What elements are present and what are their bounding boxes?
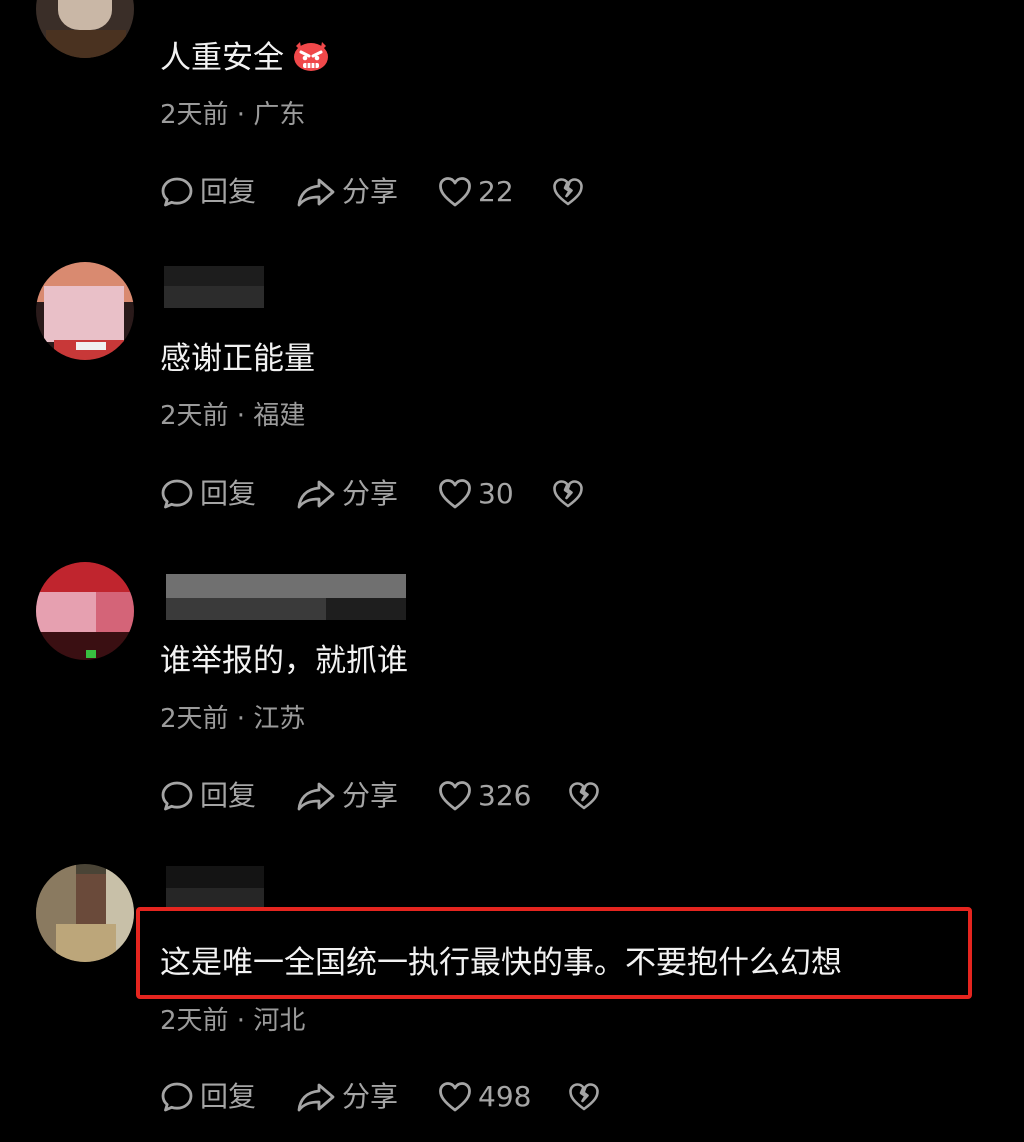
broken-heart-icon [569,1083,599,1111]
share-arrow-icon [297,1083,335,1112]
share-label: 分享 [342,175,399,208]
heart-outline-icon [439,177,471,207]
reply-button[interactable]: 回复 [160,776,256,816]
like-button[interactable]: 22 [438,172,514,212]
share-button[interactable]: 分享 [296,776,398,816]
broken-heart-icon [569,782,599,810]
speech-bubble-icon [161,479,193,509]
dislike-button[interactable] [552,172,584,212]
like-count: 30 [478,477,514,510]
like-count: 22 [478,175,514,208]
comment-text: 谁举报的，就抓谁 [160,643,408,679]
share-button[interactable]: 分享 [296,172,398,212]
reply-label: 回复 [200,477,257,510]
share-label: 分享 [342,477,399,510]
share-button[interactable]: 分享 [296,1077,398,1117]
share-arrow-icon [297,782,335,811]
reply-button[interactable]: 回复 [160,172,256,212]
comment-meta: 2天前 · 江苏 [160,704,306,734]
broken-heart-icon [553,480,583,508]
comment-meta: 2天前 · 福建 [160,401,306,431]
reply-button[interactable]: 回复 [160,474,256,514]
share-arrow-icon [297,178,335,207]
username-redacted[interactable] [140,262,270,310]
speech-bubble-icon [161,781,193,811]
comment-text: 人重安全 [160,38,330,78]
comment-meta: 2天前 · 广东 [160,100,306,130]
share-button[interactable]: 分享 [296,474,398,514]
like-count: 326 [478,779,532,812]
share-arrow-icon [297,480,335,509]
comment-actions: 回复 分享 30 [160,474,620,514]
heart-outline-icon [439,781,471,811]
like-button[interactable]: 30 [438,474,514,514]
avatar[interactable] [36,864,134,962]
username-redacted[interactable] [140,574,410,622]
reply-label: 回复 [200,1080,257,1113]
avatar[interactable] [36,562,134,660]
reply-button[interactable]: 回复 [160,1077,256,1117]
reply-label: 回复 [200,175,257,208]
dislike-button[interactable] [552,474,584,514]
avatar[interactable] [36,262,134,360]
speech-bubble-icon [161,177,193,207]
username-redacted[interactable] [140,0,300,18]
reply-label: 回复 [200,779,257,812]
comment-text: 感谢正能量 [160,341,315,377]
like-count: 498 [478,1080,532,1113]
share-label: 分享 [342,1080,399,1113]
speech-bubble-icon [161,1082,193,1112]
heart-outline-icon [439,1082,471,1112]
angry-face-emoji-icon [292,38,330,72]
dislike-button[interactable] [568,776,600,816]
comment-actions: 回复 分享 498 [160,1077,620,1117]
comment-meta: 2天前 · 河北 [160,1006,306,1036]
avatar[interactable] [36,0,134,58]
share-label: 分享 [342,779,399,812]
like-button[interactable]: 326 [438,776,531,816]
heart-outline-icon [439,479,471,509]
comment-text: 这是唯一全国统一执行最快的事。不要抱什么幻想 [160,945,842,981]
comment-actions: 回复 分享 22 [160,172,620,212]
comment-actions: 回复 分享 326 [160,776,620,816]
broken-heart-icon [553,178,583,206]
dislike-button[interactable] [568,1077,600,1117]
like-button[interactable]: 498 [438,1077,531,1117]
